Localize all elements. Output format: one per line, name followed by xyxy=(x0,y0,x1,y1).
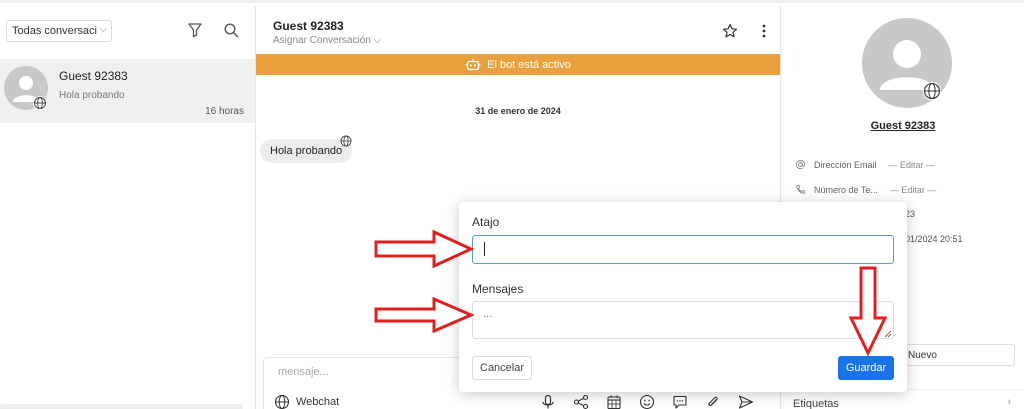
microphone-icon[interactable] xyxy=(540,394,556,409)
contact-phone-row: Número de Te... — Editar — xyxy=(795,184,936,195)
globe-icon xyxy=(923,82,941,100)
conversation-name: Guest 92383 xyxy=(59,69,128,83)
paperclip-icon[interactable] xyxy=(705,394,721,409)
assign-conversation-label: Asignar Conversación xyxy=(273,35,371,46)
conversation-list-panel: Todas conversacio ⌵ Guest 92383 Hola pro… xyxy=(0,6,256,409)
globe-icon xyxy=(340,135,352,147)
at-sign-icon xyxy=(795,159,806,170)
save-button[interactable]: Guardar xyxy=(838,356,894,380)
phone-icon xyxy=(796,184,806,194)
quick-reply-modal: Atajo Mensajes Cancelar Guardar xyxy=(459,202,907,392)
search-icon[interactable] xyxy=(223,22,239,38)
chat-title: Guest 92383 xyxy=(273,19,344,33)
annotation-arrow-right xyxy=(374,297,474,333)
conversation-list-header: Todas conversacio ⌵ xyxy=(0,6,255,56)
message-bubble: Hola probando xyxy=(260,139,353,163)
quick-reply-icon[interactable] xyxy=(672,394,688,409)
assign-conversation-dropdown[interactable]: Asignar Conversación ⌵ xyxy=(273,35,381,46)
cancel-button[interactable]: Cancelar xyxy=(472,356,533,380)
channel-selector[interactable]: Webchat xyxy=(274,394,339,409)
channel-label: Webchat xyxy=(296,396,340,408)
flow-share-icon[interactable] xyxy=(573,394,589,409)
robot-icon xyxy=(465,58,481,70)
globe-icon xyxy=(33,96,47,110)
more-options-icon[interactable] xyxy=(760,23,768,39)
tags-section[interactable]: Etiquetas › xyxy=(781,389,1024,409)
text-caret xyxy=(484,242,485,256)
bot-active-banner: El bot está activo xyxy=(256,54,780,75)
emoji-icon[interactable] xyxy=(639,394,655,409)
tags-label: Etiquetas xyxy=(793,398,839,409)
contact-email-edit[interactable]: — Editar — xyxy=(889,160,936,170)
messages-textarea[interactable] xyxy=(472,301,894,339)
chevron-right-icon: › xyxy=(1007,396,1011,408)
send-icon[interactable] xyxy=(738,394,754,409)
annotation-arrow-right xyxy=(374,229,474,269)
chevron-down-icon: ⌵ xyxy=(97,24,107,35)
conversation-list-item[interactable]: Guest 92383 Hola probando 16 horas xyxy=(0,59,255,123)
star-icon[interactable] xyxy=(722,23,738,39)
contact-email-label: Dirección Email xyxy=(814,159,877,170)
conversation-last-message: Hola probando xyxy=(59,90,125,101)
bot-banner-text: El bot está activo xyxy=(487,58,571,71)
contact-phone-edit[interactable]: — Editar — xyxy=(890,185,937,195)
contact-date-partial: 01/2024 20:51 xyxy=(905,234,963,244)
contact-phone-label: Número de Te... xyxy=(814,184,878,195)
shortcut-input[interactable] xyxy=(472,235,894,264)
app-window: Todas conversacio ⌵ Guest 92383 Hola pro… xyxy=(0,0,1024,409)
filter-icon[interactable] xyxy=(187,22,203,38)
message-input[interactable]: mensaje... xyxy=(278,366,329,378)
contact-name[interactable]: Guest 92383 xyxy=(781,120,1024,132)
contact-email-row: Dirección Email — Editar — xyxy=(795,159,935,170)
conversation-filter-select[interactable]: Todas conversacio ⌵ xyxy=(6,20,112,42)
date-separator: 31 de enero de 2024 xyxy=(475,106,561,116)
calendar-icon[interactable] xyxy=(606,394,622,409)
chevron-down-icon: ⌵ xyxy=(373,35,382,46)
conversation-time: 16 horas xyxy=(205,106,244,117)
conversation-filter-value: Todas conversacio xyxy=(12,25,104,37)
annotation-arrow-down xyxy=(848,266,888,356)
globe-icon xyxy=(274,394,290,409)
new-button-label: Nuevo xyxy=(908,349,937,361)
shortcut-label: Atajo xyxy=(472,215,500,229)
horizontal-scrollbar[interactable] xyxy=(0,404,243,409)
new-button[interactable]: Nuevo xyxy=(905,344,1015,366)
message-text: Hola probando xyxy=(270,145,343,157)
messages-label: Mensajes xyxy=(472,282,524,296)
